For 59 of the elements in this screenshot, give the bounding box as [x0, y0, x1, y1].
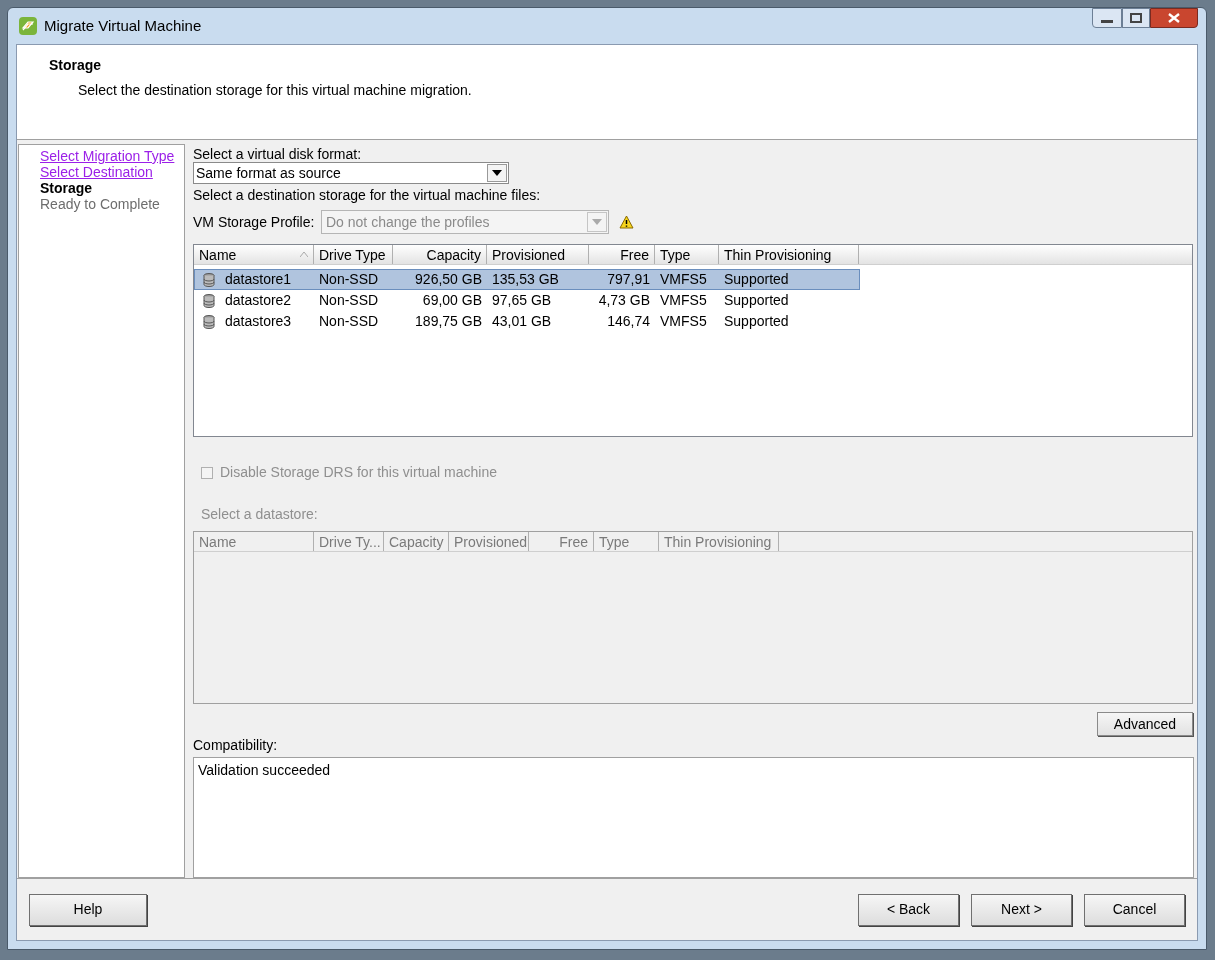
- disk-format-dropdown[interactable]: Same format as source: [193, 162, 509, 184]
- datastore-row[interactable]: datastore2 Non-SSD 69,00 GB 97,65 GB 4,73 GB VMFS5 Supported: [194, 290, 860, 311]
- table-cell-text: Non-SSD: [319, 291, 379, 310]
- select-datastore-label: Select a datastore:: [201, 505, 319, 524]
- close-icon: [1168, 13, 1180, 23]
- disk-format-label: Select a virtual disk format:: [193, 146, 363, 162]
- table-cell-text: 135,53 GB: [492, 270, 559, 289]
- back-button[interactable]: < Back: [858, 893, 959, 926]
- datastore-row[interactable]: datastore3 Non-SSD 189,75 GB 43,01 GB 146,74 VMFS5 Supported: [194, 311, 860, 332]
- table-cell-text: Supported: [724, 312, 789, 331]
- database-icon: [203, 293, 215, 308]
- table-cell-text: datastore2: [225, 291, 292, 310]
- dropdown-arrow-icon: [592, 219, 602, 225]
- step-link[interactable]: Select Migration Type: [40, 148, 184, 164]
- table-cell-text: Non-SSD: [319, 312, 379, 331]
- table-cell-text: Supported: [724, 270, 789, 289]
- drs-checkbox-label: Disable Storage DRS for this virtual machine: [220, 463, 497, 482]
- column-header[interactable]: Provisioned: [487, 245, 589, 264]
- table-cell-text: datastore3: [225, 312, 292, 331]
- table-cell-text: VMFS5: [660, 291, 707, 310]
- column-header[interactable]: Type: [655, 245, 719, 264]
- step-link[interactable]: Select Destination: [40, 164, 184, 180]
- window-title: Migrate Virtual Machine: [44, 15, 202, 36]
- column-header[interactable]: Thin Provisioning: [719, 245, 859, 264]
- minimize-button[interactable]: [1092, 8, 1122, 28]
- compatibility-text: Validation succeeded: [198, 762, 331, 778]
- storage-profile-label: VM Storage Profile:: [193, 212, 316, 232]
- column-header[interactable]: Name: [194, 245, 314, 264]
- table-cell-text: VMFS5: [660, 312, 707, 331]
- table-cell-text: Non-SSD: [319, 270, 379, 289]
- advanced-button[interactable]: Advanced: [1097, 712, 1193, 736]
- datastore-row[interactable]: datastore1 Non-SSD 926,50 GB 135,53 GB 797,91 VMFS5 Supported: [194, 269, 860, 290]
- column-header[interactable]: Drive Type: [314, 245, 393, 264]
- dropdown-arrow-icon: [492, 170, 502, 176]
- database-icon: [203, 314, 215, 329]
- table-cell-text: 4,73 GB: [598, 291, 650, 310]
- column-header[interactable]: Free: [589, 245, 655, 264]
- table-cell-text: VMFS5: [660, 270, 707, 289]
- compatibility-label: Compatibility:: [193, 737, 279, 753]
- close-button[interactable]: [1150, 8, 1198, 28]
- destination-label: Select a destination storage for the virtual machine files:: [193, 187, 542, 203]
- maximize-button[interactable]: [1122, 8, 1150, 28]
- app-logo-icon: [18, 16, 38, 36]
- table-cell-text: 926,50 GB: [415, 270, 482, 289]
- header-title: Storage: [49, 56, 103, 75]
- header-subtitle: Select the destination storage for this virtual machine migration.: [78, 81, 473, 100]
- table-cell-text: 189,75 GB: [415, 312, 482, 331]
- database-icon: [203, 272, 215, 287]
- table-cell-text: datastore1: [225, 270, 292, 289]
- table-cell-text: Supported: [724, 291, 789, 310]
- table-cell-text: 146,74: [607, 312, 650, 331]
- column-header[interactable]: Capacity: [393, 245, 487, 264]
- help-button[interactable]: Help: [29, 893, 147, 926]
- table-cell-text: 43,01 GB: [492, 312, 552, 331]
- table-cell-text: 97,65 GB: [492, 291, 552, 310]
- table-cell-text: 69,00 GB: [422, 291, 482, 310]
- cancel-button[interactable]: Cancel: [1084, 893, 1185, 926]
- next-button[interactable]: Next >: [971, 893, 1072, 926]
- table-cell-text: 797,91: [607, 270, 650, 289]
